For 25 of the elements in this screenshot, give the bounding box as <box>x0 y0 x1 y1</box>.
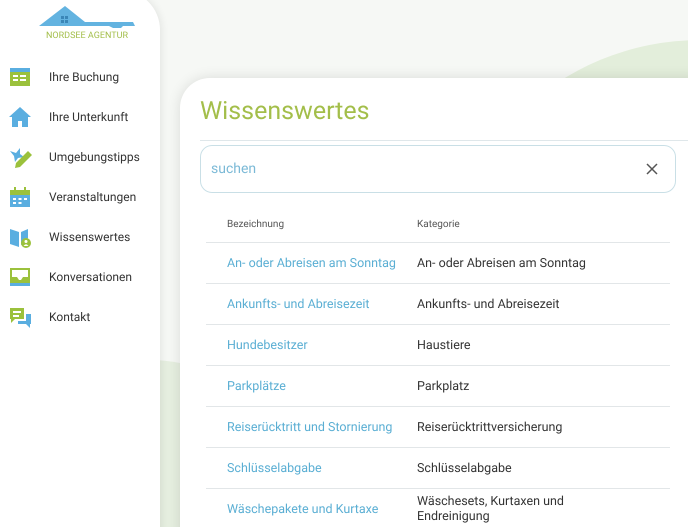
nav-item[interactable]: Ihre Unterkunft <box>0 97 160 137</box>
chat-icon <box>8 305 32 329</box>
search-field[interactable]: suchen <box>200 145 676 193</box>
inbox-icon <box>8 265 32 289</box>
nav-item[interactable]: Kontakt <box>0 297 160 337</box>
table-cell: An- oder Abreisen am Sonntag <box>417 256 587 270</box>
table-cell-text: Ankunfts- und Abreisezeit <box>417 296 560 312</box>
nav-item[interactable]: Ihre Buchung <box>0 57 160 97</box>
table-cell-text: Reiserücktrittversicherung <box>417 420 564 434</box>
column-header[interactable]: Kategorie <box>417 217 670 232</box>
id-card-icon <box>8 65 32 89</box>
nav-item[interactable]: Konversationen <box>0 257 160 297</box>
calendar-icon <box>8 185 32 209</box>
clear-icon[interactable] <box>646 163 658 175</box>
page-title: Wissenswertes <box>200 96 688 141</box>
column-header[interactable]: Bezeichnung <box>206 217 417 232</box>
home-icon <box>8 105 32 129</box>
table-cell-text: Schlüsselabgabe <box>417 460 513 476</box>
table-cell-text: Wäschesets, Kurtaxen und Endreinigung <box>417 494 565 524</box>
table-cell-text: Haustiere <box>417 338 472 352</box>
nav-item[interactable]: Wissenswertes <box>0 217 160 257</box>
nav-item[interactable]: Veranstaltungen <box>0 177 160 217</box>
logo-text: NORDSEE AGENTUR <box>46 32 128 41</box>
table-cell-text: Parkplatz <box>417 378 470 394</box>
nav-item[interactable]: Umgebungstipps <box>0 137 160 177</box>
